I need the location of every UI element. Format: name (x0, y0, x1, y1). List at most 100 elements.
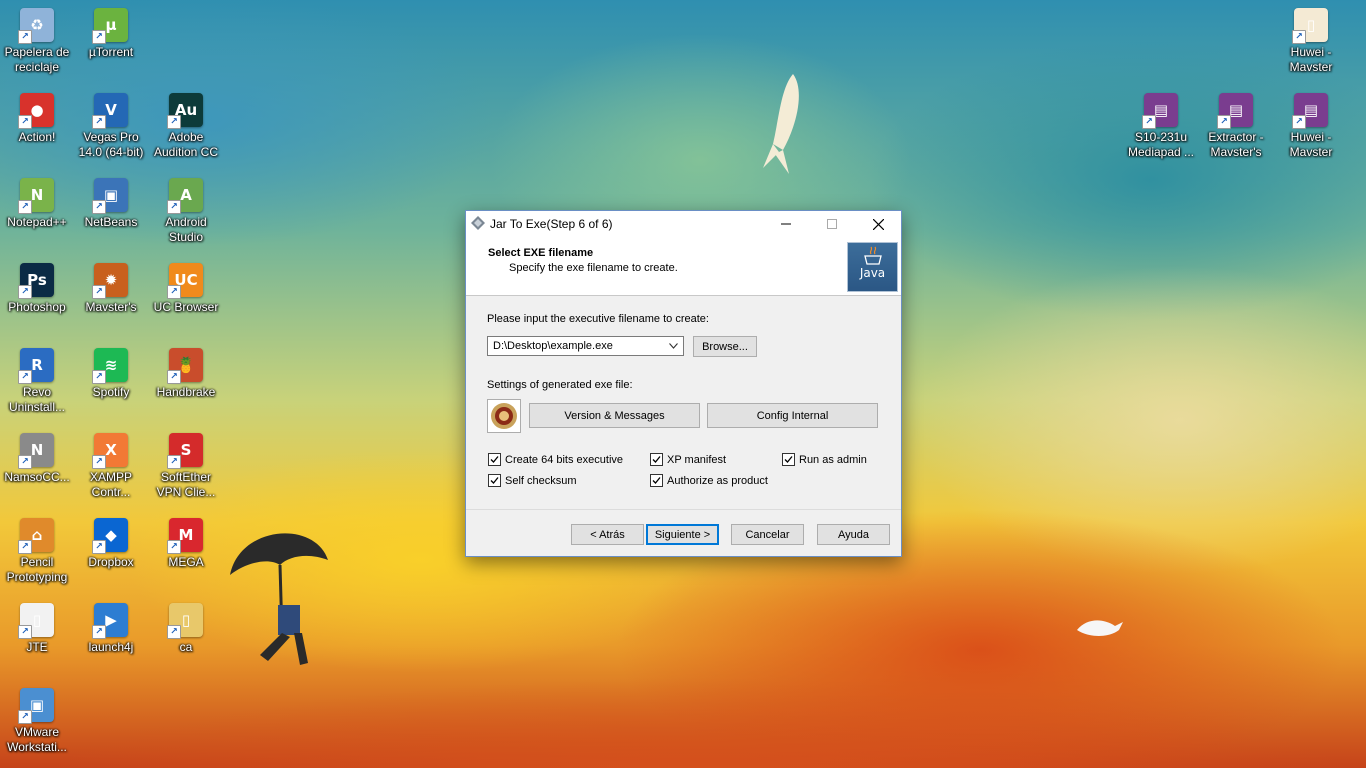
desktop-icon[interactable]: ● ↗ Action! (0, 93, 74, 145)
desktop-icon[interactable]: N ↗ Notepad++ (0, 178, 74, 230)
desktop-icon-label: NamsoCC... (4, 470, 70, 484)
wizard-header: Select EXE filename Specify the exe file… (466, 237, 901, 296)
desktop-icon-label: Revo Uninstall... (8, 385, 66, 414)
shortcut-arrow-icon: ↗ (18, 115, 32, 129)
browse-button[interactable]: Browse... (693, 336, 757, 357)
desktop-icon[interactable]: V ↗ Vegas Pro 14.0 (64-bit) (74, 93, 148, 160)
exe-icon-picker[interactable] (487, 399, 521, 433)
desktop-icon[interactable]: ▶ ↗ launch4j (74, 603, 148, 655)
checkbox-box[interactable] (782, 453, 795, 466)
desktop-icon-label: Dropbox (88, 555, 134, 569)
dropdown-button[interactable] (665, 338, 681, 354)
desktop-icon-label: VMware Workstati... (7, 725, 67, 754)
shortcut-arrow-icon: ↗ (18, 200, 32, 214)
desktop-icon[interactable]: R ↗ Revo Uninstall... (0, 348, 74, 415)
app-icon: M ↗ (167, 518, 203, 554)
desktop-icon[interactable]: ▣ ↗ VMware Workstati... (0, 688, 74, 755)
app-icon: ▤ ↗ (1217, 93, 1253, 129)
desktop-icon-label: Handbrake (156, 385, 216, 399)
checkmark-icon (490, 456, 499, 463)
app-icon: S ↗ (167, 433, 203, 469)
desktop-icon[interactable]: ◆ ↗ Dropbox (74, 518, 148, 570)
checkmark-icon (490, 477, 499, 484)
desktop-icon[interactable]: ♻ ↗ Papelera de reciclaje (0, 8, 74, 75)
help-button[interactable]: Ayuda (817, 524, 890, 545)
desktop-icon[interactable]: ✹ ↗ Mavster's (74, 263, 148, 315)
shortcut-arrow-icon: ↗ (167, 625, 181, 639)
shortcut-arrow-icon: ↗ (167, 285, 181, 299)
desktop-icon-label: Action! (18, 130, 56, 144)
java-logo: Java (847, 242, 898, 292)
step-title: Select EXE filename (488, 247, 594, 259)
close-icon (872, 218, 884, 230)
app-icon: V ↗ (92, 93, 128, 129)
desktop-icon[interactable]: M ↗ MEGA (149, 518, 223, 570)
xp-manifest-checkbox[interactable]: XP manifest (650, 453, 726, 466)
shortcut-arrow-icon: ↗ (92, 370, 106, 384)
filename-combobox[interactable]: D:\Desktop\example.exe (487, 336, 684, 356)
app-icon: ▣ ↗ (92, 178, 128, 214)
cancel-button[interactable]: Cancelar (731, 524, 804, 545)
close-button[interactable] (855, 211, 901, 237)
desktop-icon[interactable]: A ↗ Android Studio (149, 178, 223, 245)
run-as-admin-checkbox[interactable]: Run as admin (782, 453, 867, 466)
desktop-icon[interactable]: ▤ ↗ Huwei - Mavster (1274, 93, 1348, 160)
app-icon: 🍍 ↗ (167, 348, 203, 384)
title-bar[interactable]: Jar To Exe(Step 6 of 6) (466, 211, 901, 237)
desktop-icon[interactable]: µ ↗ µTorrent (74, 8, 148, 60)
desktop-icon[interactable]: ▯ ↗ Huwei - Mavster (1274, 8, 1348, 75)
desktop-icon[interactable]: ≋ ↗ Spotify (74, 348, 148, 400)
authorize-product-checkbox[interactable]: Authorize as product (650, 474, 768, 487)
wallpaper-rocket (763, 74, 799, 174)
desktop-icon[interactable]: S ↗ SoftEther VPN Clie... (149, 433, 223, 500)
desktop-icon[interactable]: X ↗ XAMPP Contr... (74, 433, 148, 500)
next-button[interactable]: Siguiente > (646, 524, 719, 545)
maximize-button[interactable] (809, 211, 855, 237)
back-button[interactable]: < Atrás (571, 524, 644, 545)
shortcut-arrow-icon: ↗ (18, 30, 32, 44)
app-icon: UC ↗ (167, 263, 203, 299)
desktop-icon[interactable]: Ps ↗ Photoshop (0, 263, 74, 315)
desktop-icon[interactable]: N ↗ NamsoCC... (0, 433, 74, 485)
desktop-icon-label: NetBeans (84, 215, 138, 229)
filename-value[interactable]: D:\Desktop\example.exe (493, 340, 613, 352)
java-logo-text: Java (859, 266, 886, 280)
desktop-icon-label: XAMPP Contr... (89, 470, 132, 499)
app-icon: ◆ ↗ (92, 518, 128, 554)
checkbox-box[interactable] (488, 474, 501, 487)
settings-label: Settings of generated exe file: (487, 379, 633, 391)
shortcut-arrow-icon: ↗ (1292, 30, 1306, 44)
desktop-icon[interactable]: ▣ ↗ NetBeans (74, 178, 148, 230)
desktop-icon-label: Vegas Pro 14.0 (64-bit) (78, 130, 144, 159)
desktop-icon[interactable]: 🍍 ↗ Handbrake (149, 348, 223, 400)
desktop-icon[interactable]: ▯ ↗ ca (149, 603, 223, 655)
app-icon: N ↗ (18, 433, 54, 469)
desktop-icon[interactable]: ▤ ↗ S10-231u Mediapad ... (1124, 93, 1198, 160)
checkbox-box[interactable] (488, 453, 501, 466)
minimize-icon (781, 223, 791, 225)
desktop-icon[interactable]: Au ↗ Adobe Audition CC (149, 93, 223, 160)
shortcut-arrow-icon: ↗ (167, 200, 181, 214)
desktop-icon[interactable]: ⌂ ↗ Pencil Prototyping (0, 518, 74, 585)
desktop-icon-label: Mavster's (85, 300, 137, 314)
desktop-icon-label: JTE (26, 640, 48, 654)
desktop-icon[interactable]: ▤ ↗ Extractor - Mavster's (1199, 93, 1273, 160)
desktop-icon[interactable]: ▯ ↗ JTE (0, 603, 74, 655)
desktop-icon-label: MEGA (168, 555, 204, 569)
app-icon: ≋ ↗ (92, 348, 128, 384)
self-checksum-label: Self checksum (505, 474, 577, 487)
config-internal-button[interactable]: Config Internal (707, 403, 878, 428)
app-icon: A ↗ (167, 178, 203, 214)
shortcut-arrow-icon: ↗ (167, 370, 181, 384)
app-icon: ▯ ↗ (1292, 8, 1328, 44)
checkbox-box[interactable] (650, 474, 663, 487)
desktop-icon-label: Papelera de reciclaje (4, 45, 70, 74)
checkbox-box[interactable] (650, 453, 663, 466)
shortcut-arrow-icon: ↗ (18, 370, 32, 384)
jar-to-exe-dialog: Jar To Exe(Step 6 of 6) Select EXE filen… (465, 210, 902, 557)
desktop-icon[interactable]: UC ↗ UC Browser (149, 263, 223, 315)
version-messages-button[interactable]: Version & Messages (529, 403, 700, 428)
self-checksum-checkbox[interactable]: Self checksum (488, 474, 577, 487)
minimize-button[interactable] (763, 211, 809, 237)
create-64bit-checkbox[interactable]: Create 64 bits executive (488, 453, 623, 466)
